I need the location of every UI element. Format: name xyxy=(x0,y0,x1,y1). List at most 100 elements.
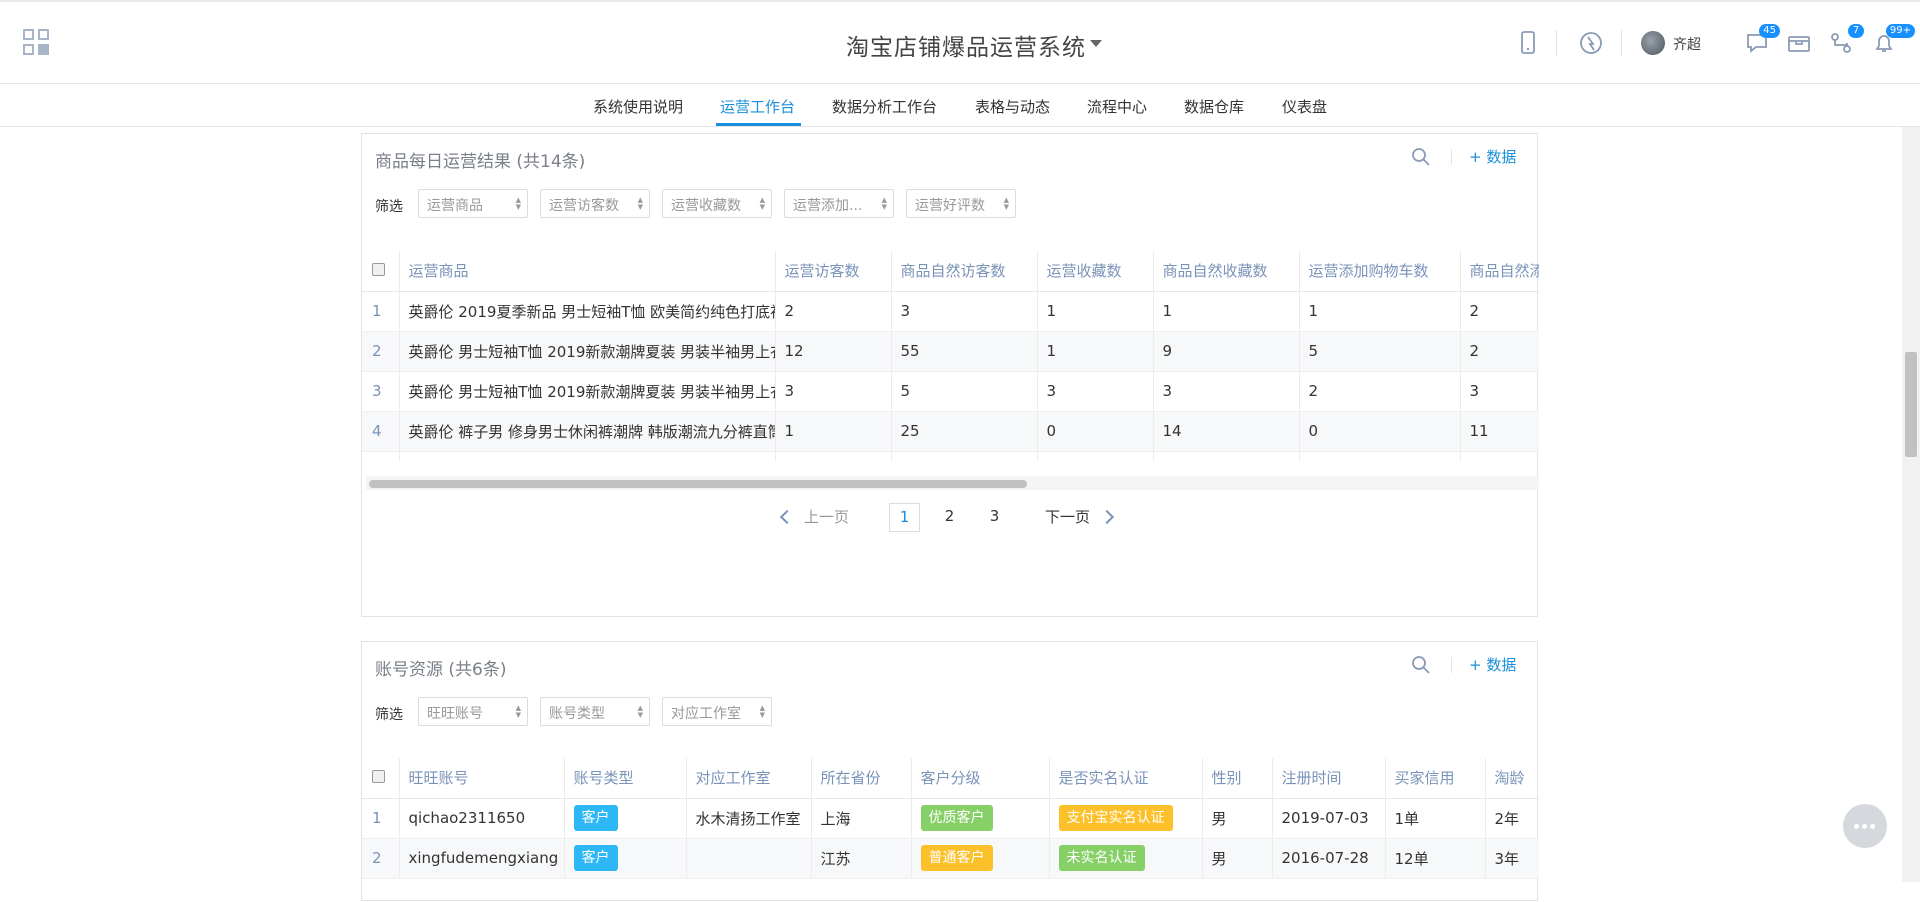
row-index: 2 xyxy=(362,331,400,372)
tab-data-warehouse[interactable]: 数据仓库 xyxy=(1184,96,1244,117)
scrollbar-thumb[interactable] xyxy=(1905,352,1917,457)
search-icon[interactable] xyxy=(1411,655,1431,675)
row-index: 1 xyxy=(362,291,400,332)
table-row[interactable]: 2 xingfudemengxiang 客户 江苏 普通客户 未实名认证 男 2016-07-… xyxy=(362,838,1539,879)
status-badge: 普通客户 xyxy=(920,845,993,871)
column-header[interactable]: 是否实名认证 xyxy=(1049,758,1203,799)
tab-data-analysis[interactable]: 数据分析工作台 xyxy=(832,96,937,117)
column-header[interactable]: 买家信用 xyxy=(1385,758,1486,799)
tab-dashboard[interactable]: 仪表盘 xyxy=(1282,96,1327,117)
filter-studio[interactable]: 对应工作室 ▲ ▼ xyxy=(662,697,772,726)
chevron-right-icon xyxy=(1099,509,1115,525)
filter-label: 筛选 xyxy=(375,199,403,215)
table-cell: 客户 xyxy=(564,798,687,839)
username[interactable]: 齐超 xyxy=(1673,34,1701,54)
table-cell: 客户 xyxy=(564,838,687,879)
search-icon[interactable] xyxy=(1411,147,1431,167)
table-cell: qichao2311650 xyxy=(399,798,565,839)
tab-system-guide[interactable]: 系统使用说明 xyxy=(593,96,683,117)
tab-tables[interactable]: 表格与动态 xyxy=(975,96,1050,117)
select-all-checkbox[interactable] xyxy=(362,758,400,799)
row-index: 1 xyxy=(362,798,400,839)
results-table: 运营商品 运营访客数 商品自然访客数 运营收藏数 商品自然收藏数 运营添加购物车… xyxy=(362,251,1539,461)
table-row[interactable]: 2 英爵伦 男士短袖T恤 2019新款潮牌夏装 男装半袖男上衣 12 55 1 9 5 2 xyxy=(362,331,1539,372)
mailbox-icon[interactable] xyxy=(1786,30,1812,56)
vertical-scrollbar[interactable] xyxy=(1902,127,1920,882)
table-cell: 2年 xyxy=(1485,798,1539,839)
column-header[interactable]: 商品自然访客数 xyxy=(891,251,1038,292)
scrollbar-thumb[interactable] xyxy=(369,480,1027,488)
table-cell: 3 xyxy=(891,291,1038,332)
mobile-icon[interactable] xyxy=(1515,30,1541,56)
active-tab-indicator xyxy=(716,123,801,126)
page-1-button[interactable]: 1 xyxy=(889,503,920,532)
table-cell: 英爵伦 男士短袖T恤 2019新款潮牌夏装 男装半袖男上衣 xyxy=(399,331,776,372)
column-header[interactable]: 性别 xyxy=(1202,758,1273,799)
avatar[interactable] xyxy=(1641,31,1665,55)
results-table-wrap: 运营商品 运营访客数 商品自然访客数 运营收藏数 商品自然收藏数 运营添加购物车… xyxy=(362,251,1539,461)
table-cell: 3 xyxy=(1037,371,1154,412)
column-header[interactable]: 运营访客数 xyxy=(775,251,892,292)
filter-cart-adds[interactable]: 运营添加... ▲ ▼ xyxy=(784,189,894,218)
network-icon[interactable]: 7 xyxy=(1828,24,1864,56)
filter-wangwang[interactable]: 旺旺账号 ▲ ▼ xyxy=(418,697,528,726)
column-header[interactable]: 旺旺账号 xyxy=(399,758,565,799)
bell-badge: 99+ xyxy=(1885,24,1915,38)
row-index: 2 xyxy=(362,838,400,879)
table-cell: 1单 xyxy=(1385,798,1486,839)
table-row[interactable]: 5英爵伦 裤子男 修身男士休闲裤潮牌 韩版潮流九分裤直筒121010 xyxy=(362,451,1539,461)
chevron-down-icon[interactable] xyxy=(1090,40,1102,47)
table-cell: 12 xyxy=(775,331,892,372)
filter-account-type[interactable]: 账号类型 ▲ ▼ xyxy=(540,697,650,726)
chat-icon[interactable]: 45 xyxy=(1744,24,1780,56)
chat-badge: 45 xyxy=(1759,24,1780,38)
table-cell: 江苏 xyxy=(811,838,912,879)
column-header[interactable]: 淘龄 xyxy=(1485,758,1539,799)
column-header[interactable]: 运营商品 xyxy=(399,251,776,292)
app-title[interactable]: 淘宝店铺爆品运营系统 xyxy=(846,28,1086,62)
column-header[interactable]: 所在省份 xyxy=(811,758,912,799)
table-row[interactable]: 1 英爵伦 2019夏季新品 男士短袖T恤 欧美简约纯色打底衫 2 3 1 1 1 2 xyxy=(362,291,1539,332)
column-header[interactable]: 运营收藏数 xyxy=(1037,251,1154,292)
bell-icon[interactable]: 99+ xyxy=(1871,24,1915,56)
tab-workflow[interactable]: 流程中心 xyxy=(1087,96,1147,117)
tab-operations[interactable]: 运营工作台 xyxy=(720,96,795,117)
add-data-button[interactable]: + 数据 xyxy=(1469,146,1516,167)
select-all-checkbox[interactable] xyxy=(362,251,400,292)
prev-page-button[interactable]: 上一页 xyxy=(779,506,849,527)
table-cell: 2019-07-03 xyxy=(1272,798,1386,839)
column-header[interactable]: 商品自然添 xyxy=(1460,251,1539,292)
filter-product[interactable]: 运营商品 ▲ ▼ xyxy=(418,189,528,218)
top-bar: 淘宝店铺爆品运营系统 齐超 45 7 99+ xyxy=(0,0,1920,84)
filter-visitors[interactable]: 运营访客数 ▲ ▼ xyxy=(540,189,650,218)
column-header[interactable]: 运营添加购物车数 xyxy=(1299,251,1461,292)
column-header[interactable]: 对应工作室 xyxy=(686,758,812,799)
divider xyxy=(1621,30,1622,56)
more-options-button[interactable] xyxy=(1843,804,1887,848)
divider xyxy=(1556,30,1557,56)
add-data-button[interactable]: + 数据 xyxy=(1469,654,1516,675)
compass-icon[interactable] xyxy=(1578,30,1604,56)
table-cell: 未实名认证 xyxy=(1049,838,1203,879)
table-cell: 0 xyxy=(1037,411,1154,452)
column-header[interactable]: 商品自然收藏数 xyxy=(1153,251,1300,292)
table-row[interactable]: 1 qichao2311650 客户 水木清扬工作室 上海 优质客户 支付宝实名认证 男 201… xyxy=(362,798,1539,839)
table-cell: 1 xyxy=(1299,451,1461,461)
table-cell: 男 xyxy=(1202,798,1273,839)
table-row[interactable]: 3 英爵伦 男士短袖T恤 2019新款潮牌夏装 男装半袖男上衣 3 5 3 3 2 3 xyxy=(362,371,1539,412)
table-row[interactable]: 4 英爵伦 裤子男 修身男士休闲裤潮牌 韩版潮流九分裤直筒 1 25 0 14 0 11 xyxy=(362,411,1539,452)
filter-favorites[interactable]: 运营收藏数 ▲ ▼ xyxy=(662,189,772,218)
table-cell: xingfudemengxiang xyxy=(399,838,565,879)
page-2-button[interactable]: 2 xyxy=(934,503,965,532)
table-cell: 普通客户 xyxy=(911,838,1050,879)
column-header[interactable]: 账号类型 xyxy=(564,758,687,799)
column-header[interactable]: 客户分级 xyxy=(911,758,1050,799)
column-header[interactable]: 注册时间 xyxy=(1272,758,1386,799)
apps-icon[interactable] xyxy=(23,29,51,57)
filter-reviews[interactable]: 运营好评数 ▲ ▼ xyxy=(906,189,1016,218)
next-page-button[interactable]: 下一页 xyxy=(1045,506,1115,527)
table-cell: 1 xyxy=(1037,451,1154,461)
page-3-button[interactable]: 3 xyxy=(979,503,1010,532)
horizontal-scrollbar[interactable] xyxy=(366,476,1539,490)
table-cell: 3 xyxy=(1153,371,1300,412)
